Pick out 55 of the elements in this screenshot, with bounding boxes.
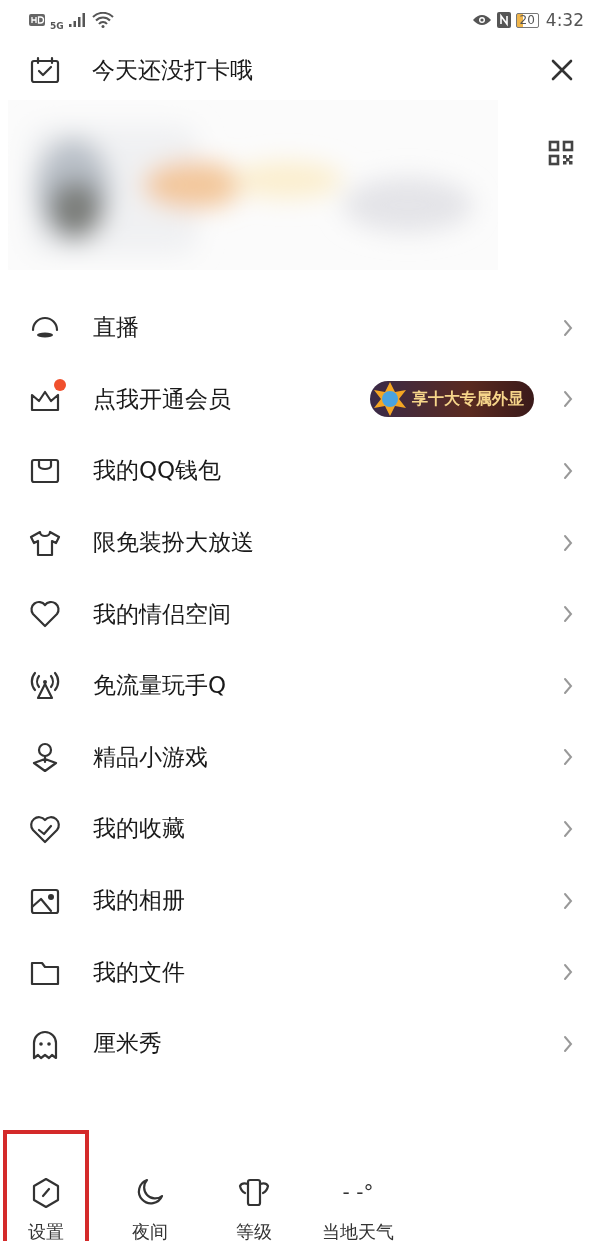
- toolbar-item[interactable]: 等级: [211, 1129, 297, 1241]
- toolbar-label: 夜间: [132, 1219, 168, 1241]
- menu-label: 免流量玩手Q: [93, 671, 227, 701]
- menu-item[interactable]: 免流量玩手Q: [0, 649, 612, 722]
- chevron-right-icon: [562, 1033, 574, 1054]
- promo-badge[interactable]: 享十大专属外显: [370, 381, 534, 418]
- chevron-right-icon: [562, 962, 574, 983]
- chevron-right-icon: [562, 890, 574, 911]
- menu-label: 我的收藏: [93, 814, 185, 844]
- nfc-icon: [496, 12, 511, 28]
- menu-label: 直播: [93, 313, 139, 343]
- chevron-right-icon: [562, 317, 574, 338]
- hd-icon: [29, 13, 45, 27]
- chevron-right-icon: [562, 675, 574, 696]
- menu-item[interactable]: 直播: [0, 292, 612, 364]
- menu-label: 点我开通会员: [93, 384, 231, 414]
- toolbar-item[interactable]: 设置: [3, 1129, 89, 1241]
- antenna-icon: [28, 669, 62, 702]
- signal-icon: [68, 13, 87, 27]
- menu-label: 我的情侣空间: [93, 599, 231, 629]
- menu-item[interactable]: 我的QQ钱包: [0, 435, 612, 507]
- eye-icon: [471, 13, 492, 27]
- chevron-right-icon: [562, 604, 574, 625]
- menu-item[interactable]: 点我开通会员 享十大专属外显: [0, 363, 612, 436]
- menu-item[interactable]: 精品小游戏: [0, 721, 612, 794]
- chevron-right-icon: [562, 389, 574, 410]
- qr-code-icon[interactable]: [548, 140, 574, 166]
- toolbar-label: 设置: [28, 1219, 64, 1241]
- wifi-icon: [91, 12, 114, 28]
- menu-label: 厘米秀: [93, 1029, 162, 1059]
- menu-label: 精品小游戏: [93, 742, 208, 772]
- network-label: 5G: [50, 21, 64, 31]
- chevron-right-icon: [562, 532, 574, 553]
- calendar-check-icon: [30, 56, 60, 84]
- menu-label: 我的QQ钱包: [93, 456, 222, 486]
- menu-item[interactable]: 厘米秀: [0, 1007, 612, 1080]
- clock-time: 4:32: [545, 10, 584, 30]
- menu-label: 我的相册: [93, 886, 185, 916]
- chevron-right-icon: [562, 461, 574, 481]
- menu-item[interactable]: 我的相册: [0, 864, 612, 937]
- temperature-reading: - -°: [342, 1178, 374, 1206]
- menu-item[interactable]: 我的收藏: [0, 793, 612, 865]
- toolbar-item[interactable]: - -° 当地天气: [315, 1129, 401, 1241]
- menu-item[interactable]: 限免装扮大放送: [0, 506, 612, 579]
- menu-label: 我的文件: [93, 957, 185, 987]
- menu-item[interactable]: 我的情侣空间: [0, 578, 612, 650]
- toolbar-label: 等级: [236, 1219, 272, 1241]
- chevron-right-icon: [562, 747, 574, 768]
- menu-label: 限免装扮大放送: [93, 528, 254, 558]
- toolbar-label: 当地天气: [322, 1219, 394, 1241]
- chevron-right-icon: [562, 818, 574, 839]
- close-icon[interactable]: [550, 58, 574, 82]
- toolbar-item[interactable]: 夜间: [107, 1129, 193, 1241]
- menu-item[interactable]: 我的文件: [0, 936, 612, 1008]
- check-in-message: 今天还没打卡哦: [92, 55, 253, 85]
